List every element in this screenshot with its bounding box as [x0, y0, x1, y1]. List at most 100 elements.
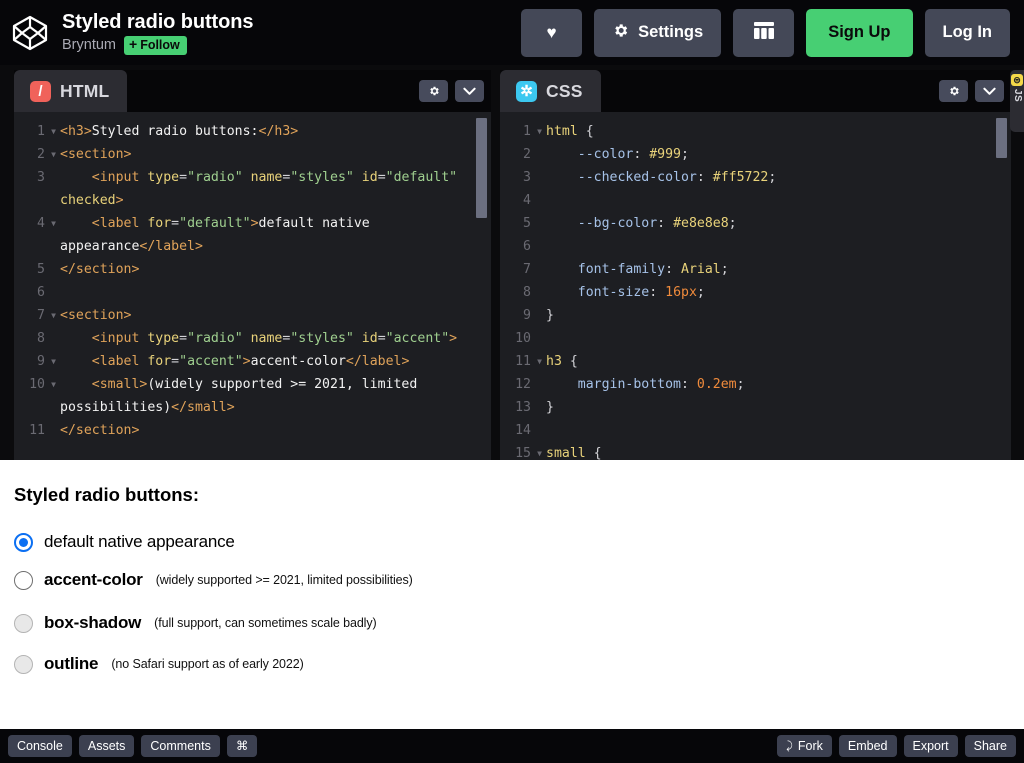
- settings-button[interactable]: Settings: [594, 9, 721, 57]
- radio-input[interactable]: [14, 533, 33, 552]
- radio-input[interactable]: [14, 614, 33, 633]
- line-number: 7▼: [14, 304, 60, 327]
- login-label: Log In: [943, 23, 992, 42]
- code-text: --checked-color: #ff5722;: [546, 166, 1011, 189]
- chevron-down-icon: [983, 87, 996, 96]
- radio-note: (full support, can sometimes scale badly…: [154, 616, 376, 630]
- line-number: 12▼: [500, 373, 546, 396]
- code-text: <label for="accent">accent-color</label>: [60, 350, 491, 373]
- radio-row[interactable]: outline (no Safari support as of early 20…: [8, 654, 1004, 674]
- shortcut[interactable]: ⌘: [227, 735, 258, 757]
- code-text: <input type="radio" name="styles" id="de…: [60, 166, 491, 212]
- fork[interactable]: ⤸Fork: [777, 735, 832, 757]
- code-line: 8▼ font-size: 16px;: [500, 281, 1011, 304]
- button-label: Fork: [798, 740, 823, 753]
- fold-arrow-icon[interactable]: ▼: [48, 304, 56, 327]
- html-collapse-button[interactable]: [455, 80, 484, 102]
- tab-html[interactable]: / HTML: [14, 70, 127, 112]
- gear-icon: [612, 22, 629, 44]
- radio-row[interactable]: default native appearance: [8, 532, 1004, 552]
- radio-input[interactable]: [14, 571, 33, 590]
- top-bar: Styled radio buttons Bryntum + Follow ♥: [0, 0, 1024, 65]
- code-line: 3▼ --checked-color: #ff5722;: [500, 166, 1011, 189]
- radio-label[interactable]: default native appearance: [44, 532, 235, 552]
- chevron-down-icon: [463, 87, 476, 96]
- line-number: 8▼: [500, 281, 546, 304]
- css-pane-header: ✲ CSS: [500, 70, 1011, 112]
- code-line: 10▼ <small>(widely supported >= 2021, li…: [14, 373, 491, 419]
- radio-label[interactable]: accent-color: [44, 570, 143, 590]
- line-number: 11▼: [14, 419, 60, 442]
- fold-arrow-icon[interactable]: ▼: [534, 350, 542, 373]
- css-scrollbar[interactable]: [996, 118, 1007, 458]
- brand-text: Styled radio buttons Bryntum + Follow: [62, 11, 253, 55]
- code-line: 9▼ <label for="accent">accent-color</lab…: [14, 350, 491, 373]
- code-text: html {: [546, 120, 1011, 143]
- code-line: 5▼ --bg-color: #e8e8e8;: [500, 212, 1011, 235]
- radio-input[interactable]: [14, 655, 33, 674]
- css-collapse-button[interactable]: [975, 80, 1004, 102]
- css-code-lines: 1▼html {2▼ --color: #999;3▼ --checked-co…: [500, 112, 1011, 460]
- line-number: 5▼: [14, 258, 60, 281]
- comments[interactable]: Comments: [141, 735, 219, 757]
- js-tab-label: JS: [1011, 89, 1023, 102]
- fold-arrow-icon[interactable]: ▼: [48, 143, 56, 166]
- code-text: --color: #999;: [546, 143, 1011, 166]
- fold-arrow-icon[interactable]: ▼: [48, 373, 56, 396]
- radio-row[interactable]: accent-color(widely supported >= 2021, l…: [8, 570, 1004, 590]
- code-line: 15▼small {: [500, 442, 1011, 460]
- signup-button[interactable]: Sign Up: [806, 9, 912, 57]
- code-text: margin-bottom: 0.2em;: [546, 373, 1011, 396]
- layout-button[interactable]: [733, 9, 794, 57]
- gear-icon: [948, 85, 960, 97]
- html-settings-button[interactable]: [419, 80, 448, 102]
- html-code-editor[interactable]: 1▼<h3>Styled radio buttons:</h3>2▼<secti…: [14, 112, 491, 460]
- pen-owner[interactable]: Bryntum: [62, 37, 116, 54]
- radio-row[interactable]: box-shadow (full support, can sometimes s…: [8, 613, 1004, 633]
- code-text: </section>: [60, 258, 491, 281]
- embed[interactable]: Embed: [839, 735, 897, 757]
- code-text: small {: [546, 442, 1011, 460]
- line-number: 5▼: [500, 212, 546, 235]
- love-button[interactable]: ♥: [521, 9, 582, 57]
- fold-arrow-icon[interactable]: ▼: [48, 212, 56, 235]
- preview-pane[interactable]: Styled radio buttons: default native app…: [0, 460, 1024, 729]
- line-number: 6▼: [14, 281, 60, 304]
- follow-button[interactable]: + Follow: [124, 36, 187, 55]
- codepen-logo-icon[interactable]: [10, 13, 50, 53]
- login-button[interactable]: Log In: [925, 9, 1010, 57]
- fold-arrow-icon[interactable]: ▼: [48, 120, 56, 143]
- css-code-editor[interactable]: 1▼html {2▼ --color: #999;3▼ --checked-co…: [500, 112, 1011, 460]
- settings-label: Settings: [638, 23, 703, 42]
- tab-js-collapsed[interactable]: ⊜ JS: [1010, 70, 1024, 132]
- export[interactable]: Export: [904, 735, 958, 757]
- code-line: 13▼}: [500, 396, 1011, 419]
- fold-arrow-icon[interactable]: ▼: [534, 442, 542, 460]
- plus-icon: +: [129, 38, 137, 51]
- line-number: 1▼: [500, 120, 546, 143]
- code-line: 1▼html {: [500, 120, 1011, 143]
- css-settings-button[interactable]: [939, 80, 968, 102]
- radio-label[interactable]: box-shadow: [44, 613, 141, 633]
- console[interactable]: Console: [8, 735, 72, 757]
- heart-icon: ♥: [547, 24, 557, 41]
- code-text: --bg-color: #e8e8e8;: [546, 212, 1011, 235]
- brand-subline: Bryntum + Follow: [62, 36, 253, 55]
- fold-arrow-icon[interactable]: ▼: [48, 350, 56, 373]
- fold-arrow-icon[interactable]: ▼: [534, 120, 542, 143]
- html-tab-label: HTML: [60, 81, 109, 102]
- tab-css[interactable]: ✲ CSS: [500, 70, 601, 112]
- css-tab-label: CSS: [546, 81, 583, 102]
- code-text: }: [546, 304, 1011, 327]
- preview-heading: Styled radio buttons:: [8, 484, 1004, 506]
- share[interactable]: Share: [965, 735, 1016, 757]
- code-line: 10▼: [500, 327, 1011, 350]
- assets[interactable]: Assets: [79, 735, 135, 757]
- radio-note: (no Safari support as of early 2022): [111, 657, 303, 671]
- css-icon: ✲: [516, 81, 537, 102]
- line-number: 7▼: [500, 258, 546, 281]
- footer-right-group: ⤸Fork Embed Export Share: [777, 735, 1016, 757]
- html-scrollbar[interactable]: [476, 118, 487, 458]
- radio-label[interactable]: outline: [44, 654, 98, 674]
- footer-bar: Console Assets Comments ⌘ ⤸Fork Embed Export S…: [0, 729, 1024, 763]
